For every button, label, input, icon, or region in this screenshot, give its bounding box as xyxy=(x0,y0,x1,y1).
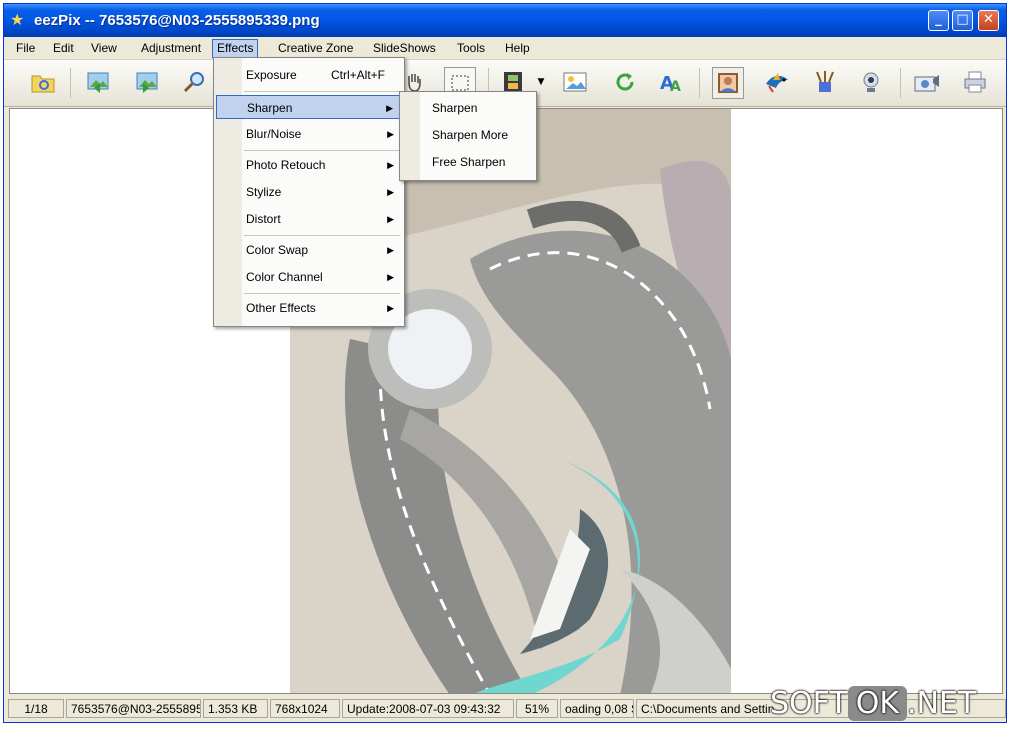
menu-item-exposure[interactable]: Exposure Ctrl+Alt+F xyxy=(216,63,400,87)
maximize-button[interactable]: □ xyxy=(952,10,973,31)
sharpen-submenu: Sharpen Sharpen More Free Sharpen xyxy=(399,91,537,181)
shortcut-text: Ctrl+Alt+F xyxy=(331,68,386,82)
status-zoom: 51% xyxy=(516,699,558,718)
menu-item-color-channel[interactable]: Color Channel ▶ xyxy=(216,265,400,289)
menu-separator xyxy=(244,91,400,92)
submenu-item-free-sharpen[interactable]: Free Sharpen xyxy=(402,150,532,174)
paint-brush-icon[interactable] xyxy=(810,67,840,97)
menu-adjustment[interactable]: Adjustment xyxy=(137,40,205,57)
watermark-left: SOFT xyxy=(770,686,848,721)
image-canvas[interactable] xyxy=(9,108,1003,694)
toolbar-separator xyxy=(699,68,700,98)
app-star-icon: ★ xyxy=(10,10,25,29)
close-button[interactable]: ✕ xyxy=(978,10,999,31)
title-bar[interactable]: ★ eezPix -- 7653576@N03-2555895339.png _… xyxy=(4,4,1006,37)
status-filename: 7653576@N03-2555895 xyxy=(66,699,201,718)
menu-item-stylize[interactable]: Stylize ▶ xyxy=(216,180,400,204)
watermark-right: .NET xyxy=(907,686,977,721)
status-filesize: 1.353 KB xyxy=(203,699,268,718)
minimize-button[interactable]: _ xyxy=(928,10,949,31)
menu-item-blur-noise[interactable]: Blur/Noise ▶ xyxy=(216,122,400,146)
submenu-arrow-icon: ▶ xyxy=(386,103,393,113)
status-loading: oading 0,08 Se xyxy=(560,699,634,718)
submenu-arrow-icon: ▶ xyxy=(387,303,394,313)
toolbar-separator xyxy=(900,68,901,98)
bird-icon[interactable] xyxy=(762,67,792,97)
submenu-item-sharpen-more[interactable]: Sharpen More xyxy=(402,123,532,147)
portrait-frame-icon[interactable] xyxy=(712,67,744,99)
status-updated: Update:2008-07-03 09:43:32 xyxy=(342,699,514,718)
svg-text:A: A xyxy=(670,79,681,94)
submenu-arrow-icon: ▶ xyxy=(387,187,394,197)
open-folder-icon[interactable] xyxy=(28,67,58,97)
status-dimensions: 768x1024 xyxy=(270,699,340,718)
menu-tools[interactable]: Tools xyxy=(453,40,489,57)
menu-item-distort[interactable]: Distort ▶ xyxy=(216,207,400,231)
camera-icon[interactable] xyxy=(912,67,942,97)
menu-bar: File Edit View Adjustment Effects Creati… xyxy=(4,37,1006,60)
menu-effects[interactable]: Effects xyxy=(212,39,259,58)
submenu-arrow-icon: ▶ xyxy=(387,245,394,255)
menu-edit[interactable]: Edit xyxy=(49,40,78,57)
submenu-arrow-icon: ▶ xyxy=(387,129,394,139)
menu-separator xyxy=(244,235,400,236)
watermark-middle: OK xyxy=(847,686,908,721)
submenu-item-sharpen[interactable]: Sharpen xyxy=(402,96,532,120)
rotate-icon[interactable] xyxy=(610,67,640,97)
webcam-icon[interactable] xyxy=(856,67,886,97)
menu-slideshows[interactable]: SlideShows xyxy=(369,40,440,57)
menu-file[interactable]: File xyxy=(12,40,39,57)
submenu-arrow-icon: ▶ xyxy=(387,160,394,170)
menu-separator xyxy=(244,293,400,294)
menu-item-other-effects[interactable]: Other Effects ▶ xyxy=(216,296,400,320)
menu-separator xyxy=(244,150,400,151)
menu-item-sharpen[interactable]: Sharpen ▶ xyxy=(216,95,400,119)
printer-icon[interactable] xyxy=(960,67,990,97)
watermark: SOFT OK .NET xyxy=(770,686,976,722)
status-index: 1/18 xyxy=(8,699,64,718)
window-title: eezPix -- 7653576@N03-2555895339.png xyxy=(34,12,320,29)
menu-item-photo-retouch[interactable]: Photo Retouch ▶ xyxy=(216,153,400,177)
next-image-icon[interactable] xyxy=(131,67,161,97)
app-window: ★ eezPix -- 7653576@N03-2555895339.png _… xyxy=(3,3,1007,723)
submenu-arrow-icon: ▶ xyxy=(387,214,394,224)
menu-help[interactable]: Help xyxy=(501,40,534,57)
zoom-icon[interactable] xyxy=(179,67,209,97)
menu-item-color-swap[interactable]: Color Swap ▶ xyxy=(216,238,400,262)
menu-view[interactable]: View xyxy=(87,40,121,57)
submenu-arrow-icon: ▶ xyxy=(387,272,394,282)
picture-icon[interactable] xyxy=(560,67,590,97)
previous-image-icon[interactable] xyxy=(84,67,114,97)
effects-menu: Exposure Ctrl+Alt+F Sharpen ▶ Blur/Noise… xyxy=(213,57,405,327)
text-icon[interactable]: AA xyxy=(656,67,686,97)
toolbar-separator xyxy=(70,68,71,98)
menu-creative-zone[interactable]: Creative Zone xyxy=(274,40,357,57)
